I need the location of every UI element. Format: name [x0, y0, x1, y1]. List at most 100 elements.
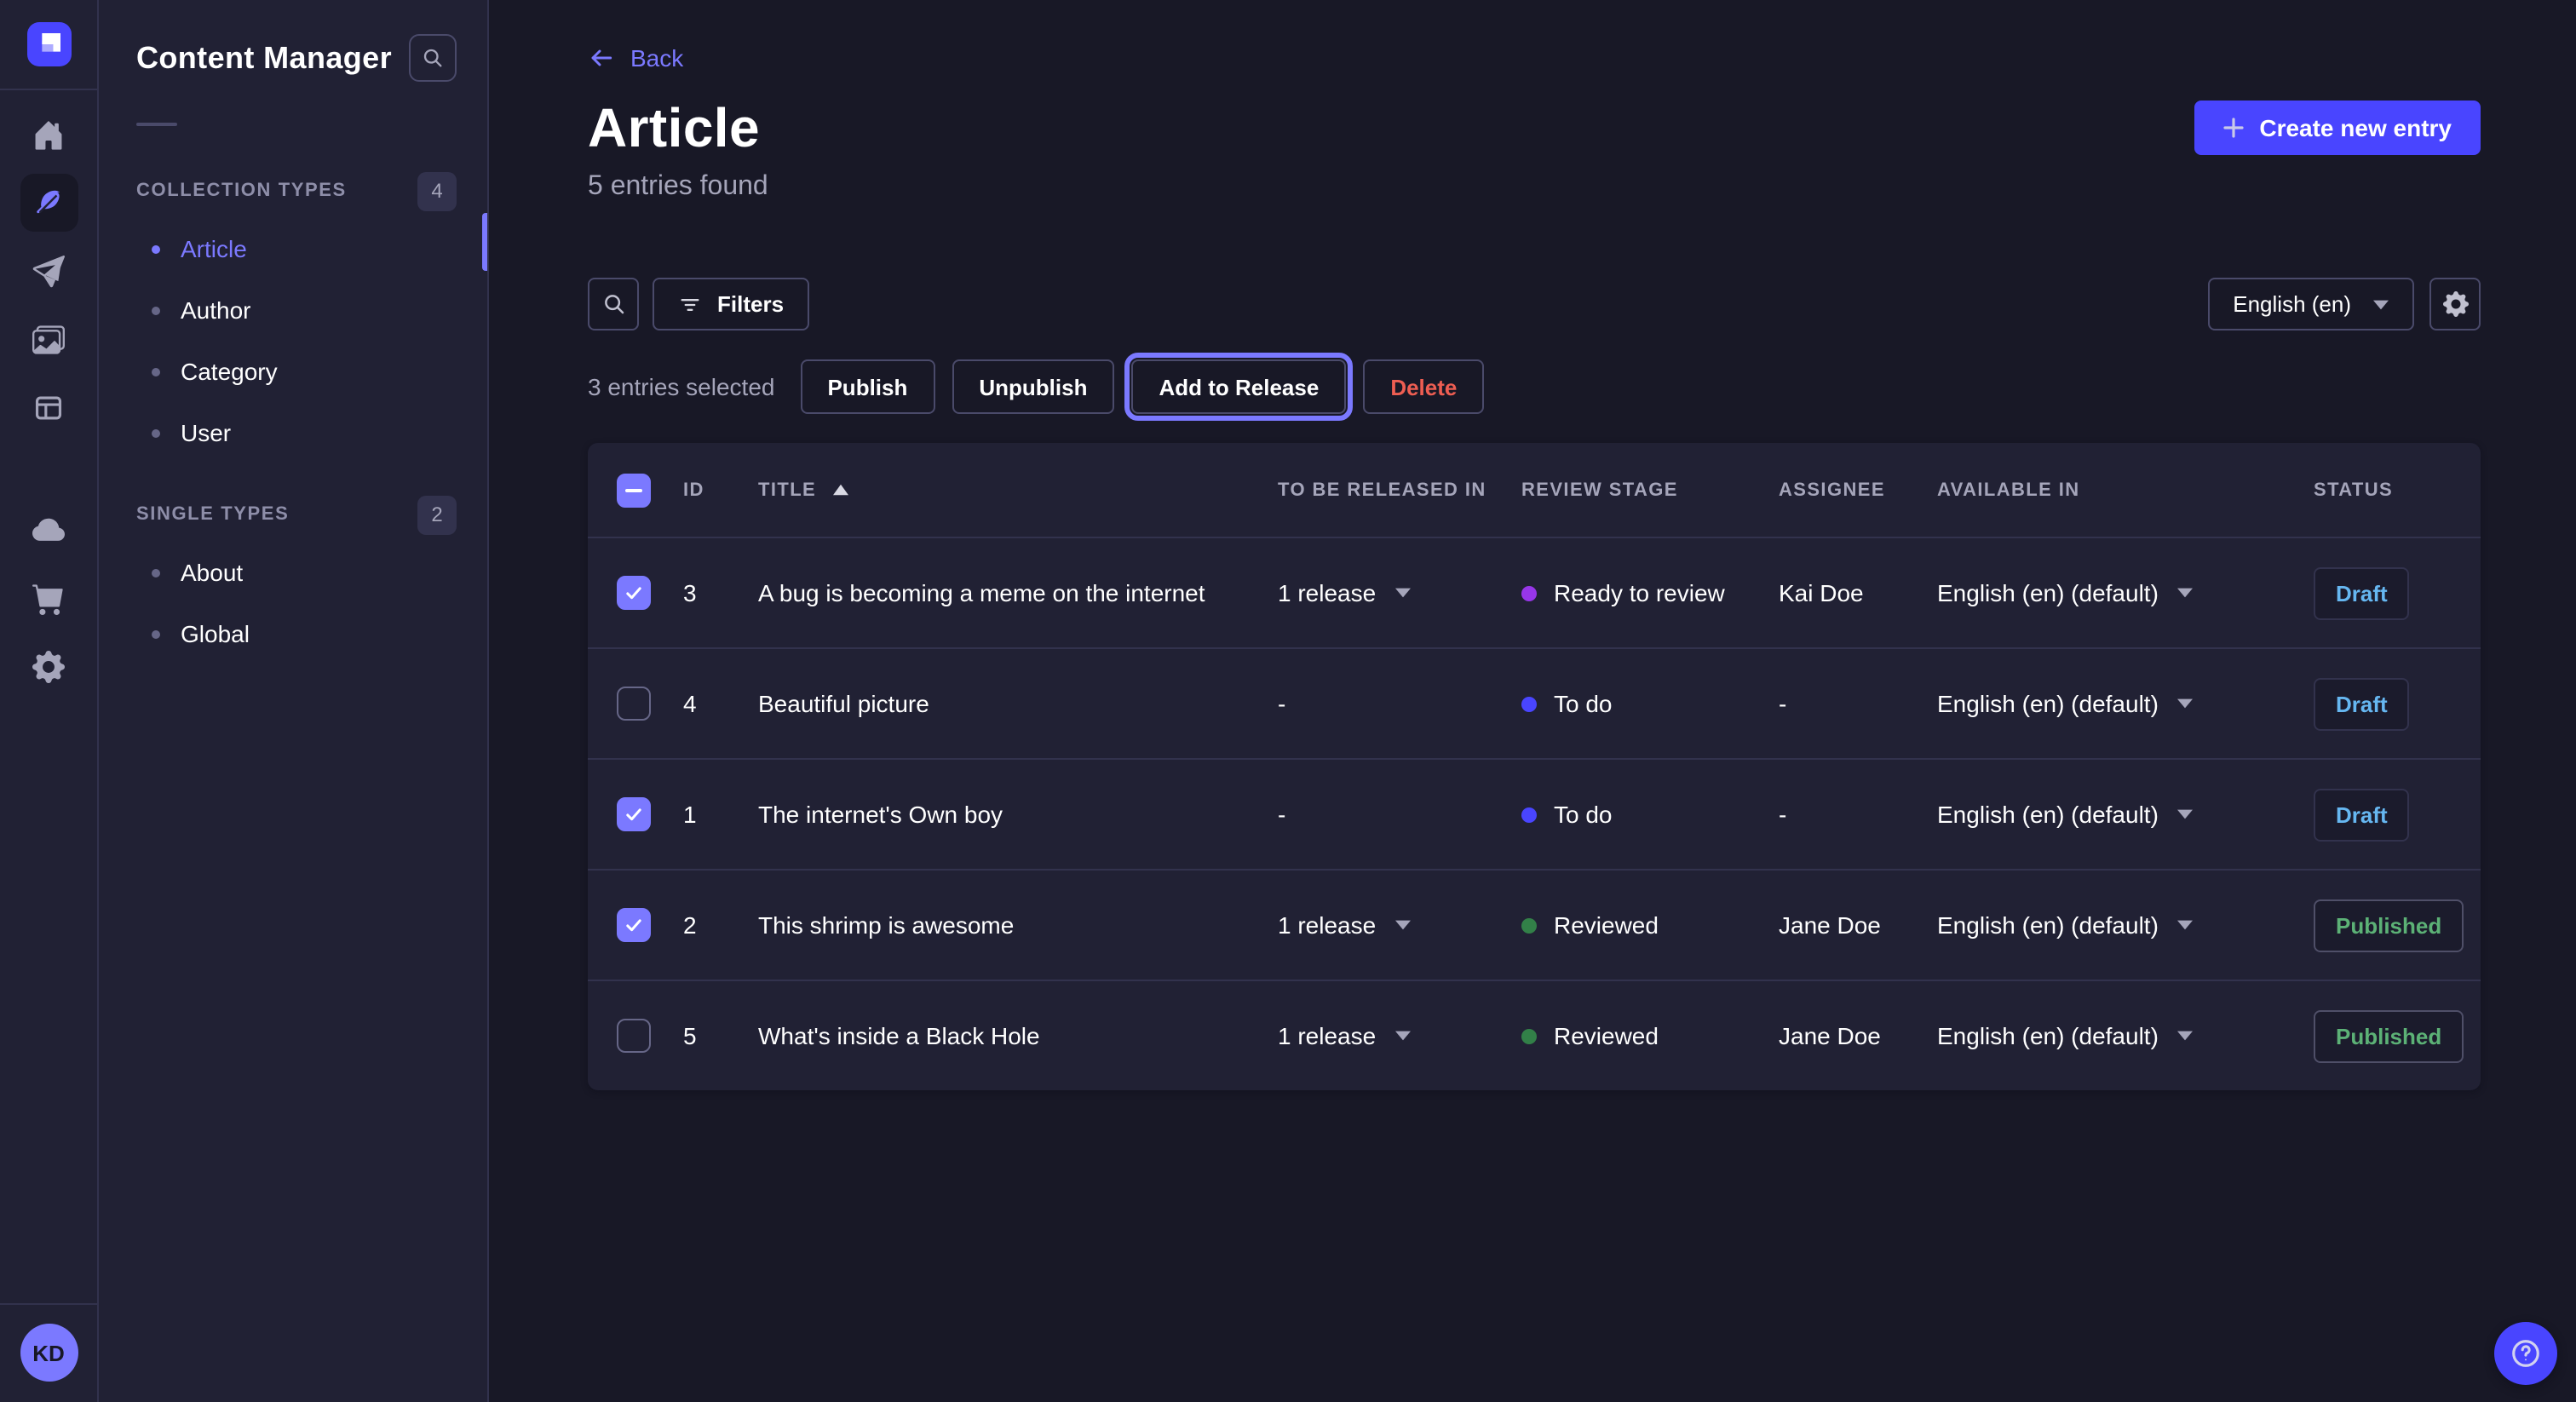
active-item-indicator [482, 213, 487, 271]
stage-label: Ready to review [1554, 579, 1725, 606]
sidebar-item-author[interactable]: Author [136, 279, 457, 341]
row-checkbox[interactable] [617, 687, 651, 721]
sidebar-item-label: Category [181, 358, 278, 385]
delete-button[interactable]: Delete [1363, 359, 1484, 414]
chevron-down-icon [2177, 809, 2193, 819]
locale-select[interactable]: English (en) [2207, 278, 2414, 330]
chevron-down-icon [2177, 1031, 2193, 1041]
unpublish-button[interactable]: Unpublish [952, 359, 1114, 414]
review-stage: To do [1521, 690, 1779, 717]
chevron-down-icon [1394, 1031, 1410, 1041]
single-types-label: SINGLE TYPES [136, 504, 289, 525]
single-types-count-badge: 2 [417, 495, 457, 534]
locale-label: English (en) (default) [1937, 911, 2159, 939]
strapi-logo[interactable] [26, 22, 71, 66]
release-value: - [1278, 801, 1285, 828]
publish-button[interactable]: Publish [800, 359, 934, 414]
stage-label: To do [1554, 690, 1613, 717]
row-assignee: Jane Doe [1779, 1022, 1937, 1049]
stage-dot-icon [1521, 696, 1537, 711]
available-in-dropdown[interactable]: English (en) (default) [1937, 1022, 2314, 1049]
release-dropdown[interactable]: 1 release [1278, 1022, 1521, 1049]
table-row[interactable]: 1 The internet's Own boy - To do - Engli… [588, 758, 2481, 869]
stage-label: To do [1554, 801, 1613, 828]
home-icon[interactable] [20, 106, 78, 164]
deploy-cloud-icon[interactable] [20, 501, 78, 559]
table-row[interactable]: 4 Beautiful picture - To do - English (e… [588, 647, 2481, 758]
main-content: Back Article 5 entries found Create new … [489, 0, 2576, 1402]
releases-send-icon[interactable] [20, 242, 78, 300]
locale-label: English (en) (default) [1937, 579, 2159, 606]
back-link[interactable]: Back [588, 44, 683, 72]
release-value: 1 release [1278, 911, 1376, 939]
media-library-images-icon[interactable] [20, 310, 78, 368]
table-row[interactable]: 2 This shrimp is awesome 1 release Revie… [588, 869, 2481, 980]
sidebar-divider [136, 123, 177, 126]
bullet-icon [152, 367, 160, 376]
release-value: - [1278, 690, 1285, 717]
create-button-label: Create new entry [2259, 114, 2452, 141]
page-title: Article [588, 101, 768, 155]
row-title: A bug is becoming a meme on the internet [758, 579, 1278, 606]
sidebar-title: Content Manager [136, 40, 392, 76]
row-assignee: Kai Doe [1779, 579, 1937, 606]
column-header-stage: REVIEW STAGE [1521, 480, 1779, 500]
sidebar-search-button[interactable] [409, 34, 457, 82]
view-settings-button[interactable] [2429, 278, 2481, 330]
release-dropdown[interactable]: - [1278, 690, 1521, 717]
sidebar-item-article[interactable]: Article [136, 218, 457, 279]
sidebar-item-label: About [181, 559, 243, 586]
row-checkbox[interactable] [617, 1019, 651, 1053]
available-in-dropdown[interactable]: English (en) (default) [1937, 911, 2314, 939]
release-dropdown[interactable]: 1 release [1278, 911, 1521, 939]
content-type-builder-icon[interactable] [20, 378, 78, 436]
column-header-title: TITLE [758, 480, 816, 500]
available-in-dropdown[interactable]: English (en) (default) [1937, 579, 2314, 606]
row-checkbox[interactable] [617, 576, 651, 610]
sidebar-item-category[interactable]: Category [136, 341, 457, 402]
available-in-dropdown[interactable]: English (en) (default) [1937, 690, 2314, 717]
review-stage: Reviewed [1521, 911, 1779, 939]
release-dropdown[interactable]: - [1278, 801, 1521, 828]
locale-label: English (en) (default) [1937, 1022, 2159, 1049]
status-badge: Draft [2314, 677, 2410, 730]
settings-gear-icon[interactable] [20, 637, 78, 695]
table-row[interactable]: 5 What's inside a Black Hole 1 release R… [588, 980, 2481, 1090]
column-header-id: ID [683, 480, 758, 500]
column-header-released: TO BE RELEASED IN [1278, 480, 1521, 500]
locale-value: English (en) [2233, 291, 2351, 317]
list-search-button[interactable] [588, 278, 639, 330]
chevron-down-icon [2177, 920, 2193, 930]
release-dropdown[interactable]: 1 release [1278, 579, 1521, 606]
row-checkbox[interactable] [617, 797, 651, 831]
sidebar-item-global[interactable]: Global [136, 603, 457, 664]
filter-icon [678, 292, 702, 316]
column-header-assignee: ASSIGNEE [1779, 480, 1937, 500]
available-in-dropdown[interactable]: English (en) (default) [1937, 801, 2314, 828]
table-row[interactable]: 3 A bug is becoming a meme on the intern… [588, 537, 2481, 647]
sidebar-item-about[interactable]: About [136, 542, 457, 603]
status-badge: Published [2314, 1009, 2464, 1062]
row-title: Beautiful picture [758, 690, 1278, 717]
status-badge: Draft [2314, 566, 2410, 619]
select-all-checkbox[interactable] [617, 473, 651, 507]
column-header-status: STATUS [2314, 480, 2481, 500]
indeterminate-dash-icon [625, 488, 642, 491]
add-to-release-button[interactable]: Add to Release [1131, 359, 1346, 414]
row-checkbox[interactable] [617, 908, 651, 942]
release-value: 1 release [1278, 1022, 1376, 1049]
sidebar-item-user[interactable]: User [136, 402, 457, 463]
app: KD Content Manager COLLECTION TYPES 4 Ar… [0, 0, 2576, 1402]
column-header-title-sort[interactable]: TITLE [758, 480, 1278, 500]
sort-asc-icon [833, 484, 848, 496]
content-manager-feather-icon[interactable] [20, 174, 78, 232]
bullet-icon [152, 244, 160, 253]
filters-button[interactable]: Filters [653, 278, 809, 330]
marketplace-cart-icon[interactable] [20, 569, 78, 627]
row-id: 2 [683, 911, 758, 939]
user-avatar[interactable]: KD [20, 1324, 78, 1382]
search-icon [421, 46, 445, 70]
help-button[interactable] [2494, 1322, 2557, 1385]
create-new-entry-button[interactable]: Create new entry [2194, 101, 2481, 155]
arrow-left-icon [588, 44, 615, 72]
